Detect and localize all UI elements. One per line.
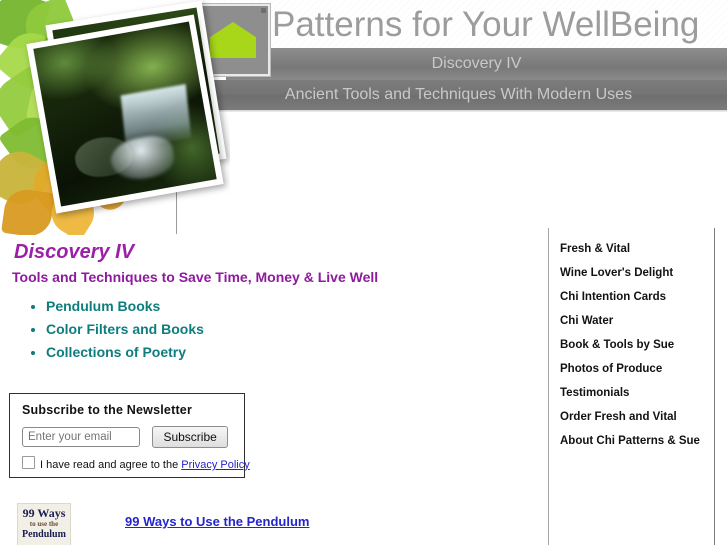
book-cover-line3: Pendulum: [22, 529, 66, 540]
header-tagline-bar: Ancient Tools and Techniques With Modern…: [190, 80, 727, 110]
pendulum-promo: 99 Ways to use the Pendulum 99 Ways to U…: [0, 500, 540, 545]
sidebar-item-photos-of-produce[interactable]: Photos of Produce: [549, 357, 714, 381]
header-bar-shadow: [190, 110, 727, 112]
privacy-policy-link[interactable]: Privacy Policy: [181, 459, 249, 471]
list-item: Collections of Poetry: [46, 344, 204, 360]
sidebar-item-fresh-and-vital[interactable]: Fresh & Vital: [549, 237, 714, 261]
subscribe-button[interactable]: Subscribe: [152, 426, 228, 448]
sidebar-nav-list: Fresh & Vital Wine Lover's Delight Chi I…: [549, 237, 714, 453]
sidebar-item-testimonials[interactable]: Testimonials: [549, 381, 714, 405]
book-cover-thumbnail[interactable]: 99 Ways to use the Pendulum: [17, 503, 71, 545]
photo-image: [33, 21, 217, 207]
newsletter-form-row: Subscribe: [22, 426, 228, 448]
category-link-list: Pendulum Books Color Filters and Books C…: [22, 298, 204, 367]
sidebar-item-chi-intention-cards[interactable]: Chi Intention Cards: [549, 285, 714, 309]
newsletter-title: Subscribe to the Newsletter: [22, 403, 193, 417]
list-item: Color Filters and Books: [46, 321, 204, 337]
privacy-checkbox[interactable]: [22, 456, 35, 469]
photo-thumbnail-waterfall: [26, 14, 224, 214]
sidebar-item-chi-water[interactable]: Chi Water: [549, 309, 714, 333]
link-color-filters-and-books[interactable]: Color Filters and Books: [46, 321, 204, 337]
link-collections-of-poetry[interactable]: Collections of Poetry: [46, 344, 186, 360]
list-item: Pendulum Books: [46, 298, 204, 314]
page-subtitle: Tools and Techniques to Save Time, Money…: [12, 269, 379, 285]
book-cover-line2: to use the: [29, 520, 59, 528]
sidebar-item-wine-lovers-delight[interactable]: Wine Lover's Delight: [549, 261, 714, 285]
privacy-consent-row: I have read and agree to the Privacy Pol…: [22, 456, 250, 471]
site-title: Patterns for Your WellBeing: [272, 5, 700, 44]
header-collage: [0, 0, 230, 235]
privacy-consent-label: I have read and agree to the: [40, 459, 179, 471]
sidebar-item-about-chi-patterns-and-sue[interactable]: About Chi Patterns & Sue: [549, 429, 714, 453]
right-sidebar: Fresh & Vital Wine Lover's Delight Chi I…: [548, 228, 715, 545]
link-pendulum-books[interactable]: Pendulum Books: [46, 298, 160, 314]
email-input[interactable]: [22, 427, 140, 447]
page-root: Patterns for Your WellBeing Discovery IV…: [0, 0, 727, 545]
sidebar-item-order-fresh-and-vital[interactable]: Order Fresh and Vital: [549, 405, 714, 429]
link-99-ways-to-use-the-pendulum[interactable]: 99 Ways to Use the Pendulum: [125, 514, 309, 529]
page-title: Discovery IV: [14, 241, 135, 263]
header-subtitle-bar: Discovery IV: [226, 48, 727, 80]
book-cover-line1: 99 Ways: [22, 506, 66, 520]
sidebar-item-book-and-tools-by-sue[interactable]: Book & Tools by Sue: [549, 333, 714, 357]
newsletter-subscribe-box: Subscribe to the Newsletter Subscribe I …: [9, 393, 250, 478]
